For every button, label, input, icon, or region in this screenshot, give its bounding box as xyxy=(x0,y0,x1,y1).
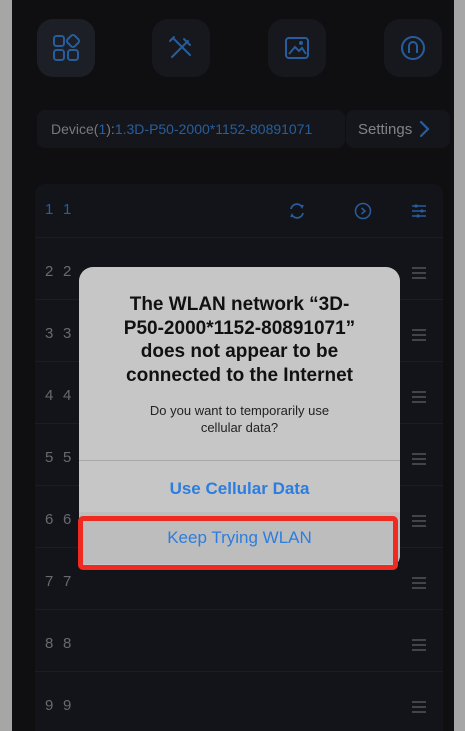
alert-title-line: does not appear to be xyxy=(140,341,339,362)
alert-title-line: P50-2000*1152-80891071” xyxy=(123,317,356,339)
keep-trying-wlan-button[interactable]: Keep Trying WLAN xyxy=(79,512,400,564)
wlan-alert-dialog: The WLAN network “3D- P50-2000*1152-8089… xyxy=(79,267,400,569)
alert-message-line: cellular data? xyxy=(200,420,279,435)
alert-title-line: connected to the Internet xyxy=(126,364,353,386)
alert-message-line: Do you want to temporarily use xyxy=(149,403,330,418)
alert-title: The WLAN network “3D- P50-2000*1152-8089… xyxy=(103,293,376,387)
use-cellular-data-button[interactable]: Use Cellular Data xyxy=(79,463,400,515)
alert-title-line: The WLAN network “3D- xyxy=(129,294,350,315)
alert-message: Do you want to temporarily use cellular … xyxy=(119,402,360,436)
alert-divider xyxy=(79,460,400,461)
